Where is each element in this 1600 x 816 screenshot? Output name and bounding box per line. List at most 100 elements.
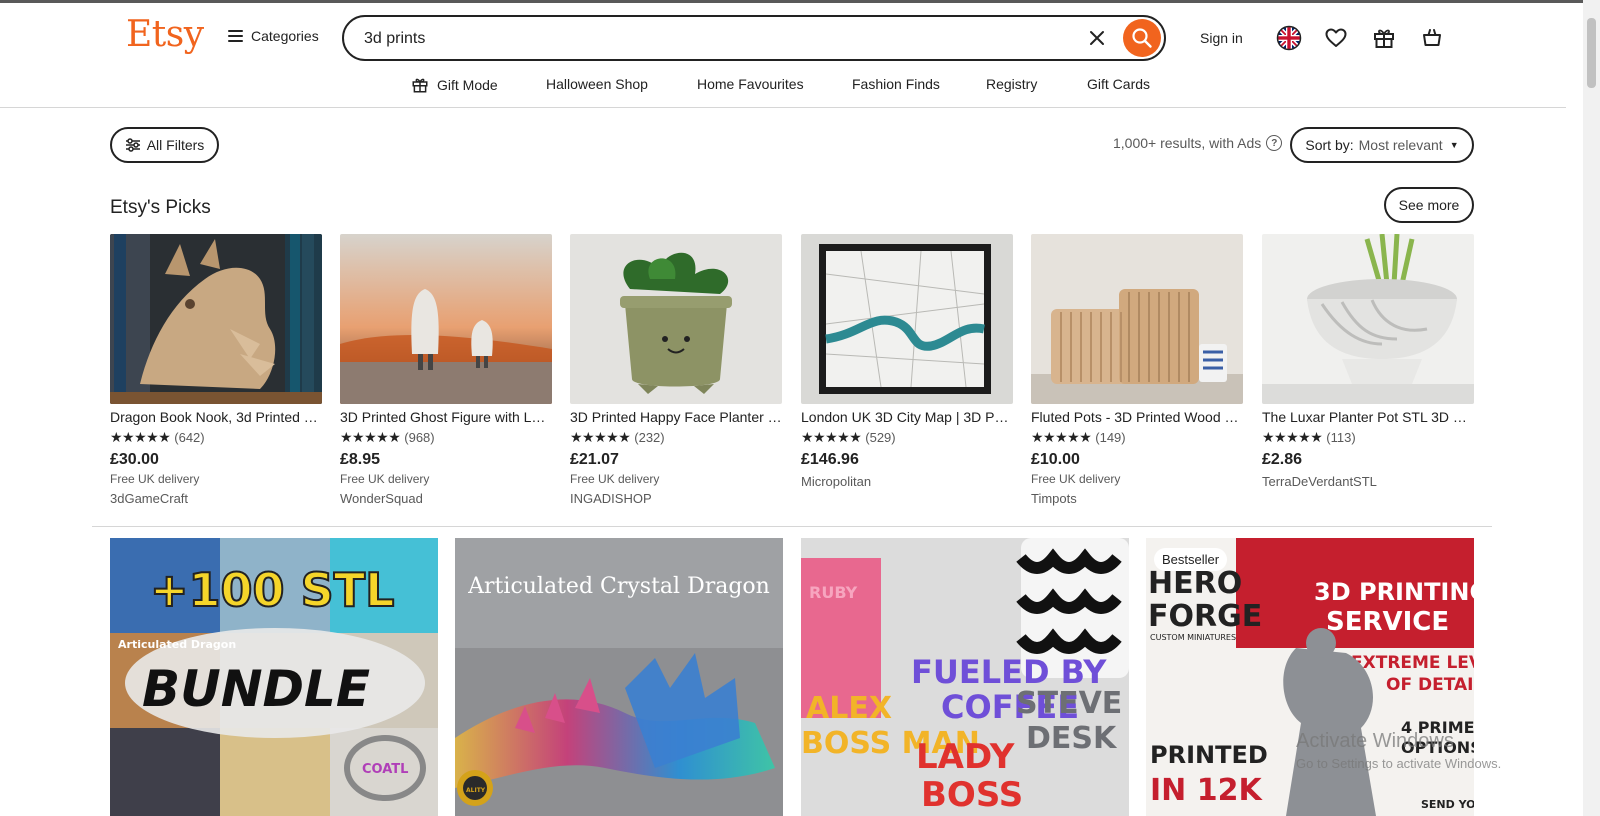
product-image[interactable] bbox=[340, 234, 552, 404]
rating: ★★★★★ (968) bbox=[340, 429, 552, 445]
listing-card[interactable]: RUBY FUELED BY COFFEE ALEX BOSS MAN STEV… bbox=[801, 538, 1129, 816]
close-icon bbox=[1090, 31, 1104, 45]
results-count: 1,000+ results, with Ads bbox=[1113, 135, 1262, 151]
uk-flag-icon bbox=[1276, 25, 1302, 51]
listing-card[interactable]: Articulated Crystal Dragon ALITY bbox=[455, 538, 783, 816]
gift-icon bbox=[1374, 29, 1394, 48]
delivery-note: Free UK delivery bbox=[340, 472, 430, 486]
scrollbar-thumb[interactable] bbox=[1587, 18, 1596, 88]
product-image[interactable] bbox=[570, 234, 782, 404]
product-title[interactable]: London UK 3D City Map | 3D Printed Wall … bbox=[801, 409, 1013, 425]
section-divider bbox=[92, 526, 1492, 527]
region-button[interactable] bbox=[1275, 24, 1303, 52]
bestseller-badge: Bestseller bbox=[1154, 548, 1228, 571]
nav-label: Gift Cards bbox=[1087, 76, 1151, 92]
svg-text:3D PRINTING: 3D PRINTING bbox=[1314, 578, 1474, 606]
product-title[interactable]: 3D Printed Happy Face Planter Pot bbox=[570, 409, 782, 425]
review-count: (642) bbox=[174, 429, 205, 445]
rating: ★★★★★ (149) bbox=[1031, 429, 1243, 445]
nav-registry[interactable]: Registry bbox=[986, 76, 1037, 92]
cart-button[interactable] bbox=[1418, 24, 1446, 52]
svg-text:PRINTED: PRINTED bbox=[1150, 741, 1268, 769]
nav-home-favourites[interactable]: Home Favourites bbox=[697, 76, 804, 92]
nav-label: Fashion Finds bbox=[852, 76, 940, 92]
product-title[interactable]: Dragon Book Nook, 3d Printed Dragon Book… bbox=[110, 409, 322, 425]
gift-mode-button[interactable] bbox=[1370, 24, 1398, 52]
nav-gift-mode[interactable]: Gift Mode bbox=[411, 76, 498, 94]
delivery-note: Free UK delivery bbox=[110, 472, 200, 486]
nav-label: Home Favourites bbox=[697, 76, 804, 92]
pick-card[interactable]: Dragon Book Nook, 3d Printed Dragon Book… bbox=[110, 234, 322, 506]
product-title[interactable]: The Luxar Planter Pot STL 3D Print File bbox=[1262, 409, 1474, 425]
listing-card[interactable]: +100 STL BUNDLE Articulated Dragon COATL bbox=[110, 538, 438, 816]
shop-name[interactable]: INGADISHOP bbox=[570, 491, 782, 506]
listing-card[interactable]: HERO FORGE CUSTOM MINIATURES 3D PRINTING… bbox=[1146, 538, 1474, 816]
svg-text:+100 STL: +100 STL bbox=[150, 563, 394, 617]
product-image[interactable] bbox=[1031, 234, 1243, 404]
product-image[interactable] bbox=[1262, 234, 1474, 404]
see-more-button[interactable]: See more bbox=[1384, 187, 1474, 223]
product-image[interactable] bbox=[110, 234, 322, 404]
svg-text:DESK: DESK bbox=[1026, 721, 1118, 756]
all-filters-label: All Filters bbox=[146, 137, 205, 153]
nav-fashion-finds[interactable]: Fashion Finds bbox=[852, 76, 940, 92]
sub-navigation: Gift Mode Halloween Shop Home Favourites… bbox=[0, 76, 1566, 106]
svg-text:SERVICE: SERVICE bbox=[1326, 607, 1449, 637]
nav-halloween-shop[interactable]: Halloween Shop bbox=[546, 76, 648, 92]
star-rating-icon: ★★★★★ bbox=[1262, 428, 1323, 445]
pick-card[interactable]: London UK 3D City Map | 3D Printed Wall … bbox=[801, 234, 1013, 489]
svg-text:EXTREME LEVE: EXTREME LEVE bbox=[1351, 653, 1474, 673]
svg-text:LADY: LADY bbox=[916, 737, 1015, 777]
search-input[interactable] bbox=[362, 27, 1046, 51]
svg-text:FORGE: FORGE bbox=[1148, 599, 1262, 634]
help-icon[interactable]: ? bbox=[1266, 135, 1283, 151]
pick-card[interactable]: 3D Printed Happy Face Planter Pot ★★★★★ … bbox=[570, 234, 782, 506]
listing-image: Articulated Crystal Dragon ALITY bbox=[455, 538, 783, 816]
delivery-note: Free UK delivery bbox=[1031, 472, 1121, 486]
cart-icon bbox=[1423, 29, 1441, 46]
shop-name[interactable]: TerraDeVerdantSTL bbox=[1262, 474, 1474, 489]
window-top-border bbox=[0, 0, 1600, 3]
shop-name[interactable]: WonderSquad bbox=[340, 491, 552, 506]
etsy-logo[interactable]: Etsy bbox=[126, 14, 204, 55]
product-title[interactable]: Fluted Pots - 3D Printed Wood Planters bbox=[1031, 409, 1243, 425]
all-filters-button[interactable]: All Filters bbox=[110, 127, 219, 163]
star-rating-icon: ★★★★★ bbox=[340, 428, 401, 445]
star-rating-icon: ★★★★★ bbox=[110, 428, 171, 445]
caret-down-icon: ▼ bbox=[1449, 140, 1459, 150]
svg-text:BUNDLE: BUNDLE bbox=[142, 660, 370, 718]
delivery-note: Free UK delivery bbox=[570, 472, 660, 486]
shop-name[interactable]: Timpots bbox=[1031, 491, 1243, 506]
product-price: £146.96 bbox=[801, 451, 859, 468]
sign-in-link[interactable]: Sign in bbox=[1200, 30, 1243, 46]
pick-card[interactable]: The Luxar Planter Pot STL 3D Print File … bbox=[1262, 234, 1474, 489]
shop-name[interactable]: 3dGameCraft bbox=[110, 491, 322, 506]
page-scrollbar[interactable] bbox=[1583, 0, 1600, 816]
clear-search-button[interactable] bbox=[1085, 26, 1109, 50]
categories-button[interactable]: Categories bbox=[228, 28, 319, 44]
product-title[interactable]: 3D Printed Ghost Figure with Legs bbox=[340, 409, 552, 425]
svg-text:CUSTOM MINIATURES: CUSTOM MINIATURES bbox=[1150, 633, 1236, 642]
listing-image: +100 STL BUNDLE Articulated Dragon COATL bbox=[110, 538, 438, 816]
svg-text:SEND YOU: SEND YOU bbox=[1421, 798, 1474, 811]
rating: ★★★★★ (232) bbox=[570, 429, 782, 445]
nav-label: Halloween Shop bbox=[546, 76, 648, 92]
review-count: (529) bbox=[865, 429, 896, 445]
nav-gift-cards[interactable]: Gift Cards bbox=[1087, 76, 1150, 92]
product-image[interactable] bbox=[801, 234, 1013, 404]
search-bar bbox=[342, 15, 1166, 61]
listing-image: HERO FORGE CUSTOM MINIATURES 3D PRINTING… bbox=[1146, 538, 1474, 816]
star-rating-icon: ★★★★★ bbox=[1031, 428, 1092, 445]
svg-text:BOSS: BOSS bbox=[921, 775, 1023, 815]
see-more-label: See more bbox=[1398, 197, 1460, 213]
sort-dropdown[interactable]: Sort by: Most relevant ▼ bbox=[1290, 127, 1474, 163]
svg-text:OF DETAI: OF DETAI bbox=[1386, 675, 1473, 695]
pick-card[interactable]: Fluted Pots - 3D Printed Wood Planters ★… bbox=[1031, 234, 1243, 506]
product-price: £8.95 bbox=[340, 451, 381, 468]
shop-name[interactable]: Micropolitan bbox=[801, 474, 1013, 489]
review-count: (149) bbox=[1095, 429, 1126, 445]
favourites-button[interactable] bbox=[1322, 24, 1350, 52]
pick-card[interactable]: 3D Printed Ghost Figure with Legs ★★★★★ … bbox=[340, 234, 552, 506]
search-button[interactable] bbox=[1123, 19, 1161, 57]
svg-text:COATL: COATL bbox=[362, 762, 408, 777]
